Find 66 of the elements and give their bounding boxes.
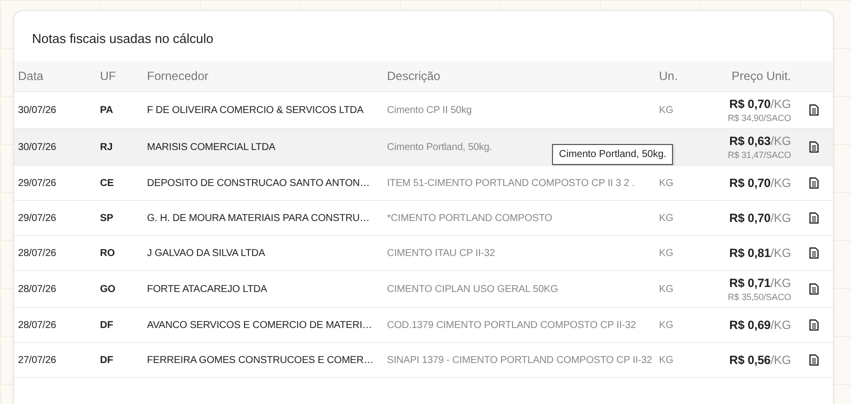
unit-cell-text: KG xyxy=(658,104,674,116)
supplier-cell-text: MARISIS COMERCIAL LTDA xyxy=(146,142,276,152)
supplier-cell-text: G. H. DE MOURA MATERIAIS PARA CONSTRU… xyxy=(146,212,371,224)
column-header: UF xyxy=(99,69,117,83)
unit-cell-text: KG xyxy=(658,354,674,366)
date-cell-text: 29/07/26 xyxy=(17,212,58,224)
supplier-cell-text: DEPOSITO DE CONSTRUCAO SANTO ANTON… xyxy=(146,178,371,188)
bag-price: R$ 34,90/SACO xyxy=(728,113,791,123)
supplier-cell-text: FERREIRA GOMES CONSTRUCOES E COMER… xyxy=(146,354,375,366)
tooltip: Cimento Portland, 50kg. xyxy=(552,144,674,165)
description-cell-text: ITEM 51-CIMENTO PORTLAND COMPOSTO CP II 3 2 . xyxy=(386,178,636,188)
unit-price: R$ 0,71/KG xyxy=(729,276,791,290)
state-cell-text: DF xyxy=(99,320,114,330)
date-cell-text: 27/07/26 xyxy=(17,354,58,366)
date-cell-text: 28/07/26 xyxy=(17,320,58,330)
state-cell-text: DF xyxy=(99,354,114,366)
state-cell-text: RO xyxy=(99,248,116,258)
state-cell-text: GO xyxy=(99,284,116,294)
description-cell-text: SINAPI 1379 - CIMENTO PORTLAND COMPOSTO CP II-32 xyxy=(386,354,654,366)
unit-cell-text: KG xyxy=(658,212,674,224)
unit-cell-text: KG xyxy=(658,248,674,258)
state-cell-text: PA xyxy=(99,104,114,116)
unit-price: R$ 0,81/KG xyxy=(729,246,791,260)
unit-price: R$ 0,70/KG xyxy=(729,176,791,190)
document-icon[interactable] xyxy=(809,141,819,153)
state-cell-text: SP xyxy=(99,212,114,224)
unit-cell-text: KG xyxy=(658,320,674,330)
description-cell-text: CIMENTO ITAU CP II-32 xyxy=(386,248,496,258)
card-title: Notas fiscais usadas no cálculo xyxy=(31,30,214,48)
description-cell-text: Cimento Portland, 50kg. xyxy=(386,142,493,152)
document-icon[interactable] xyxy=(809,177,819,189)
column-header: Fornecedor xyxy=(146,69,210,83)
column-header: Data xyxy=(17,69,44,83)
unit-price: R$ 0,70/KG xyxy=(729,211,791,225)
document-icon[interactable] xyxy=(809,247,819,259)
date-cell-text: 28/07/26 xyxy=(17,248,58,258)
document-icon[interactable] xyxy=(809,319,819,331)
unit-cell-text: KG xyxy=(658,284,674,294)
date-cell-text: 29/07/26 xyxy=(17,178,58,188)
state-cell-text: CE xyxy=(99,178,115,188)
unit-price: R$ 0,63/KG xyxy=(729,134,791,148)
description-cell-text: *CIMENTO PORTLAND COMPOSTO xyxy=(386,212,554,224)
description-cell-text: CIMENTO CIPLAN USO GERAL 50KG xyxy=(386,284,560,294)
unit-cell-text: KG xyxy=(658,178,674,188)
state-cell-text: RJ xyxy=(99,142,114,152)
date-cell-text: 30/07/26 xyxy=(17,104,58,116)
bag-price: R$ 35,50/SACO xyxy=(728,292,791,302)
description-cell-text: COD.1379 CIMENTO PORTLAND COMPOSTO CP II-32 xyxy=(386,320,637,330)
supplier-cell-text: J GALVAO DA SILVA LTDA xyxy=(146,248,266,258)
unit-price: R$ 0,70/KG xyxy=(729,97,791,111)
document-icon[interactable] xyxy=(809,104,819,116)
supplier-cell-text: F DE OLIVEIRA COMERCIO & SERVICOS LTDA xyxy=(146,104,364,116)
unit-price: R$ 0,56/KG xyxy=(729,353,791,367)
bag-price: R$ 31,47/SACO xyxy=(728,150,791,160)
column-header: Preço Unit. xyxy=(730,69,792,83)
column-header: Un. xyxy=(658,69,679,83)
unit-price: R$ 0,69/KG xyxy=(729,318,791,332)
supplier-cell-text: AVANCO SERVICOS E COMERCIO DE MATERI… xyxy=(146,320,374,330)
document-icon[interactable] xyxy=(809,212,819,224)
date-cell-text: 28/07/26 xyxy=(17,284,58,294)
date-cell-text: 30/07/26 xyxy=(17,142,58,152)
column-header: Descrição xyxy=(386,69,442,83)
document-icon[interactable] xyxy=(809,283,819,295)
description-cell-text: Cimento CP II 50kg xyxy=(386,104,473,116)
document-icon[interactable] xyxy=(809,354,819,366)
supplier-cell-text: FORTE ATACAREJO LTDA xyxy=(146,284,268,294)
